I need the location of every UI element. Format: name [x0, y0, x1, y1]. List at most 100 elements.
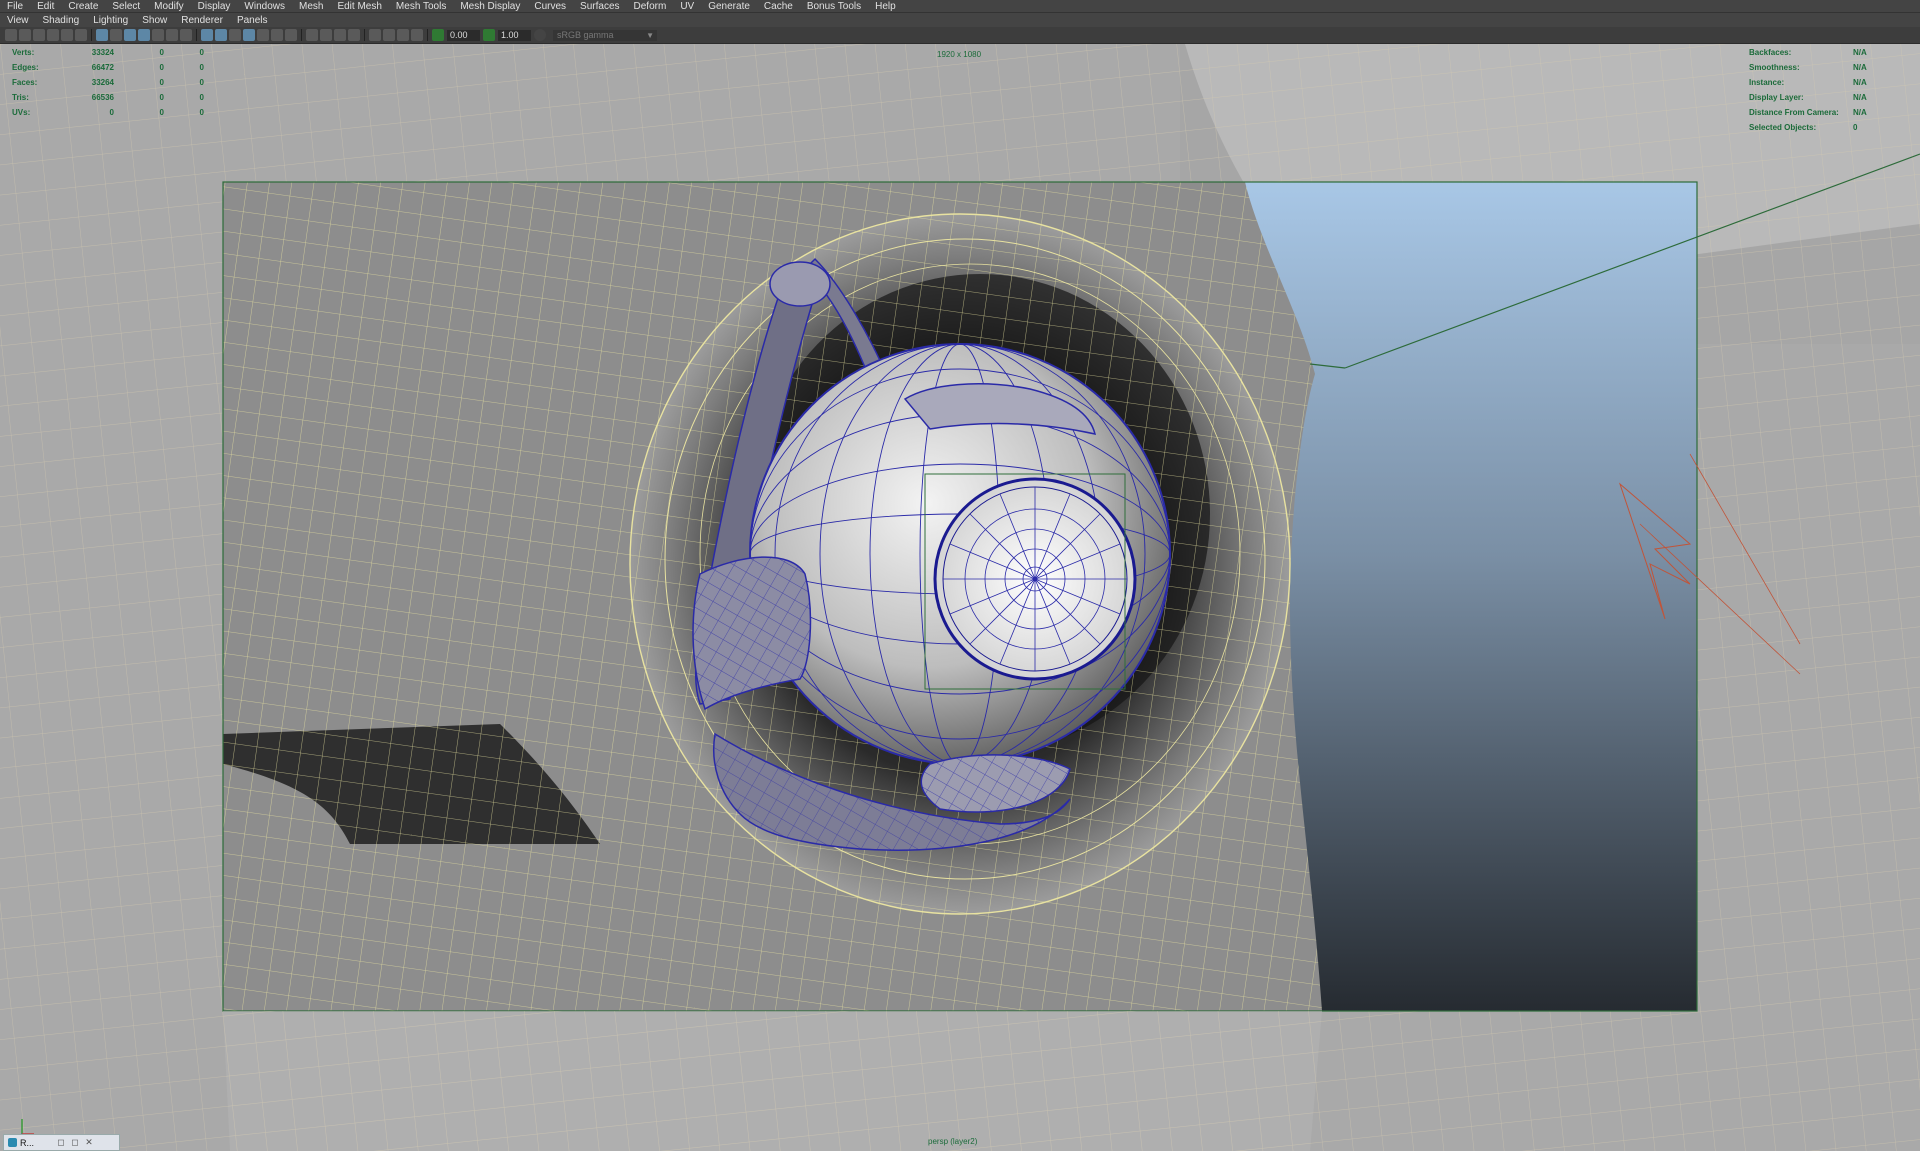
menu-edit[interactable]: Edit: [30, 1, 61, 12]
panel-menu-lighting[interactable]: Lighting: [86, 15, 135, 26]
motion-blur-icon[interactable]: [306, 29, 318, 41]
image-plane-icon[interactable]: [47, 29, 59, 41]
hud-label: Faces:: [12, 78, 38, 87]
menu-file[interactable]: File: [0, 1, 30, 12]
menu-generate[interactable]: Generate: [701, 1, 757, 12]
hud-value: 0: [199, 108, 204, 117]
chevron-down-icon: ▼: [646, 30, 654, 40]
hud-row-smoothness: Smoothness: N/A: [1749, 60, 1867, 75]
menu-bonus-tools[interactable]: Bonus Tools: [800, 1, 868, 12]
panel-menu-panels[interactable]: Panels: [230, 15, 275, 26]
minimized-window-label: R...: [20, 1137, 35, 1148]
toolbar-divider: [196, 29, 197, 41]
resolution-gate-label: 1920 x 1080: [937, 50, 982, 59]
camera-name-label: persp (layer2): [928, 1137, 978, 1146]
hud-value: 0: [159, 108, 164, 117]
hud-label: Smoothness:: [1749, 63, 1800, 72]
use-all-lights-icon[interactable]: [257, 29, 269, 41]
film-gate-icon[interactable]: [110, 29, 122, 41]
depth-of-field-icon[interactable]: [334, 29, 346, 41]
panel-menu-view[interactable]: View: [0, 15, 36, 26]
hud-value: N/A: [1853, 48, 1867, 57]
menu-create[interactable]: Create: [61, 1, 105, 12]
hud-value: 0: [159, 63, 164, 72]
panel-menu-show[interactable]: Show: [135, 15, 174, 26]
menu-uv[interactable]: UV: [673, 1, 701, 12]
perspective-viewport[interactable]: Verts: 33324 0 0 Edges: 66472 0 0 Faces:…: [0, 44, 1920, 1151]
anti-aliasing-icon[interactable]: [320, 29, 332, 41]
resolution-gate-icon[interactable]: [124, 29, 136, 41]
toolbar-divider: [91, 29, 92, 41]
hud-label: Edges:: [12, 63, 39, 72]
xray-joints-icon[interactable]: [397, 29, 409, 41]
menu-edit-mesh[interactable]: Edit Mesh: [330, 1, 388, 12]
hud-label: Verts:: [12, 48, 35, 57]
textured-icon[interactable]: [243, 29, 255, 41]
viewport-scene[interactable]: [0, 44, 1920, 1151]
gamma-icon[interactable]: [483, 29, 495, 41]
hud-row-verts: Verts: 33324 0 0: [12, 45, 204, 60]
xray-icon[interactable]: [369, 29, 381, 41]
close-icon[interactable]: ✕: [82, 1137, 96, 1148]
color-management-icon[interactable]: [534, 29, 546, 41]
restore-icon[interactable]: ◻: [54, 1137, 68, 1148]
menu-select[interactable]: Select: [105, 1, 147, 12]
wireframe-on-shaded-icon[interactable]: [229, 29, 241, 41]
safe-action-icon[interactable]: [166, 29, 178, 41]
hud-value: N/A: [1853, 63, 1867, 72]
exposure-field[interactable]: 0.00: [447, 29, 480, 41]
hud-row-uvs: UVs: 0 0 0: [12, 105, 204, 120]
menu-mesh[interactable]: Mesh: [292, 1, 330, 12]
hud-label: Selected Objects:: [1749, 123, 1817, 132]
toolbar-divider: [301, 29, 302, 41]
viewport-toolbar: 0.00 1.00 sRGB gamma ▼: [0, 27, 1920, 44]
menu-cache[interactable]: Cache: [757, 1, 800, 12]
grid-icon[interactable]: [96, 29, 108, 41]
hud-label: Display Layer:: [1749, 93, 1804, 102]
hud-label: Backfaces:: [1749, 48, 1792, 57]
menu-mesh-tools[interactable]: Mesh Tools: [389, 1, 453, 12]
wireframe-icon[interactable]: [201, 29, 213, 41]
panel-menu-renderer[interactable]: Renderer: [174, 15, 230, 26]
xray-active-components-icon[interactable]: [383, 29, 395, 41]
hud-label: UVs:: [12, 108, 31, 117]
object-details-hud: Backfaces: N/A Smoothness: N/A Instance:…: [1749, 45, 1867, 135]
minimized-window-button[interactable]: R... ◻ ◻ ✕: [3, 1134, 120, 1151]
exposure-icon[interactable]: [432, 29, 444, 41]
panel-menu-shading[interactable]: Shading: [36, 15, 87, 26]
hud-value: 66472: [91, 63, 114, 72]
hud-row-selected-objects: Selected Objects: 0: [1749, 120, 1867, 135]
isolate-select-icon[interactable]: [348, 29, 360, 41]
toolbar-divider: [364, 29, 365, 41]
gamma-field[interactable]: 1.00: [498, 29, 531, 41]
screen-space-ao-icon[interactable]: [285, 29, 297, 41]
camera-select-icon[interactable]: [5, 29, 17, 41]
menu-surfaces[interactable]: Surfaces: [573, 1, 626, 12]
camera-attributes-icon[interactable]: [19, 29, 31, 41]
shadows-icon[interactable]: [271, 29, 283, 41]
gate-mask-icon[interactable]: [138, 29, 150, 41]
hud-value: N/A: [1853, 78, 1867, 87]
menu-deform[interactable]: Deform: [627, 1, 674, 12]
bookmark-icon[interactable]: [33, 29, 45, 41]
hud-row-backfaces: Backfaces: N/A: [1749, 45, 1867, 60]
maximize-icon[interactable]: ◻: [68, 1137, 82, 1148]
color-space-dropdown[interactable]: sRGB gamma ▼: [553, 29, 657, 41]
backface-culling-icon[interactable]: [411, 29, 423, 41]
menu-windows[interactable]: Windows: [237, 1, 292, 12]
hud-value: 33324: [91, 48, 114, 57]
grease-pencil-icon[interactable]: [75, 29, 87, 41]
menu-modify[interactable]: Modify: [147, 1, 190, 12]
two-d-pan-zoom-icon[interactable]: [61, 29, 73, 41]
menu-mesh-display[interactable]: Mesh Display: [453, 1, 527, 12]
field-chart-icon[interactable]: [152, 29, 164, 41]
safe-title-icon[interactable]: [180, 29, 192, 41]
menu-display[interactable]: Display: [191, 1, 238, 12]
hud-row-display-layer: Display Layer: N/A: [1749, 90, 1867, 105]
poly-count-hud: Verts: 33324 0 0 Edges: 66472 0 0 Faces:…: [12, 45, 204, 120]
smooth-shade-icon[interactable]: [215, 29, 227, 41]
hud-value: N/A: [1853, 108, 1867, 117]
menu-curves[interactable]: Curves: [527, 1, 573, 12]
menu-help[interactable]: Help: [868, 1, 903, 12]
hud-value: 66536: [91, 93, 114, 102]
